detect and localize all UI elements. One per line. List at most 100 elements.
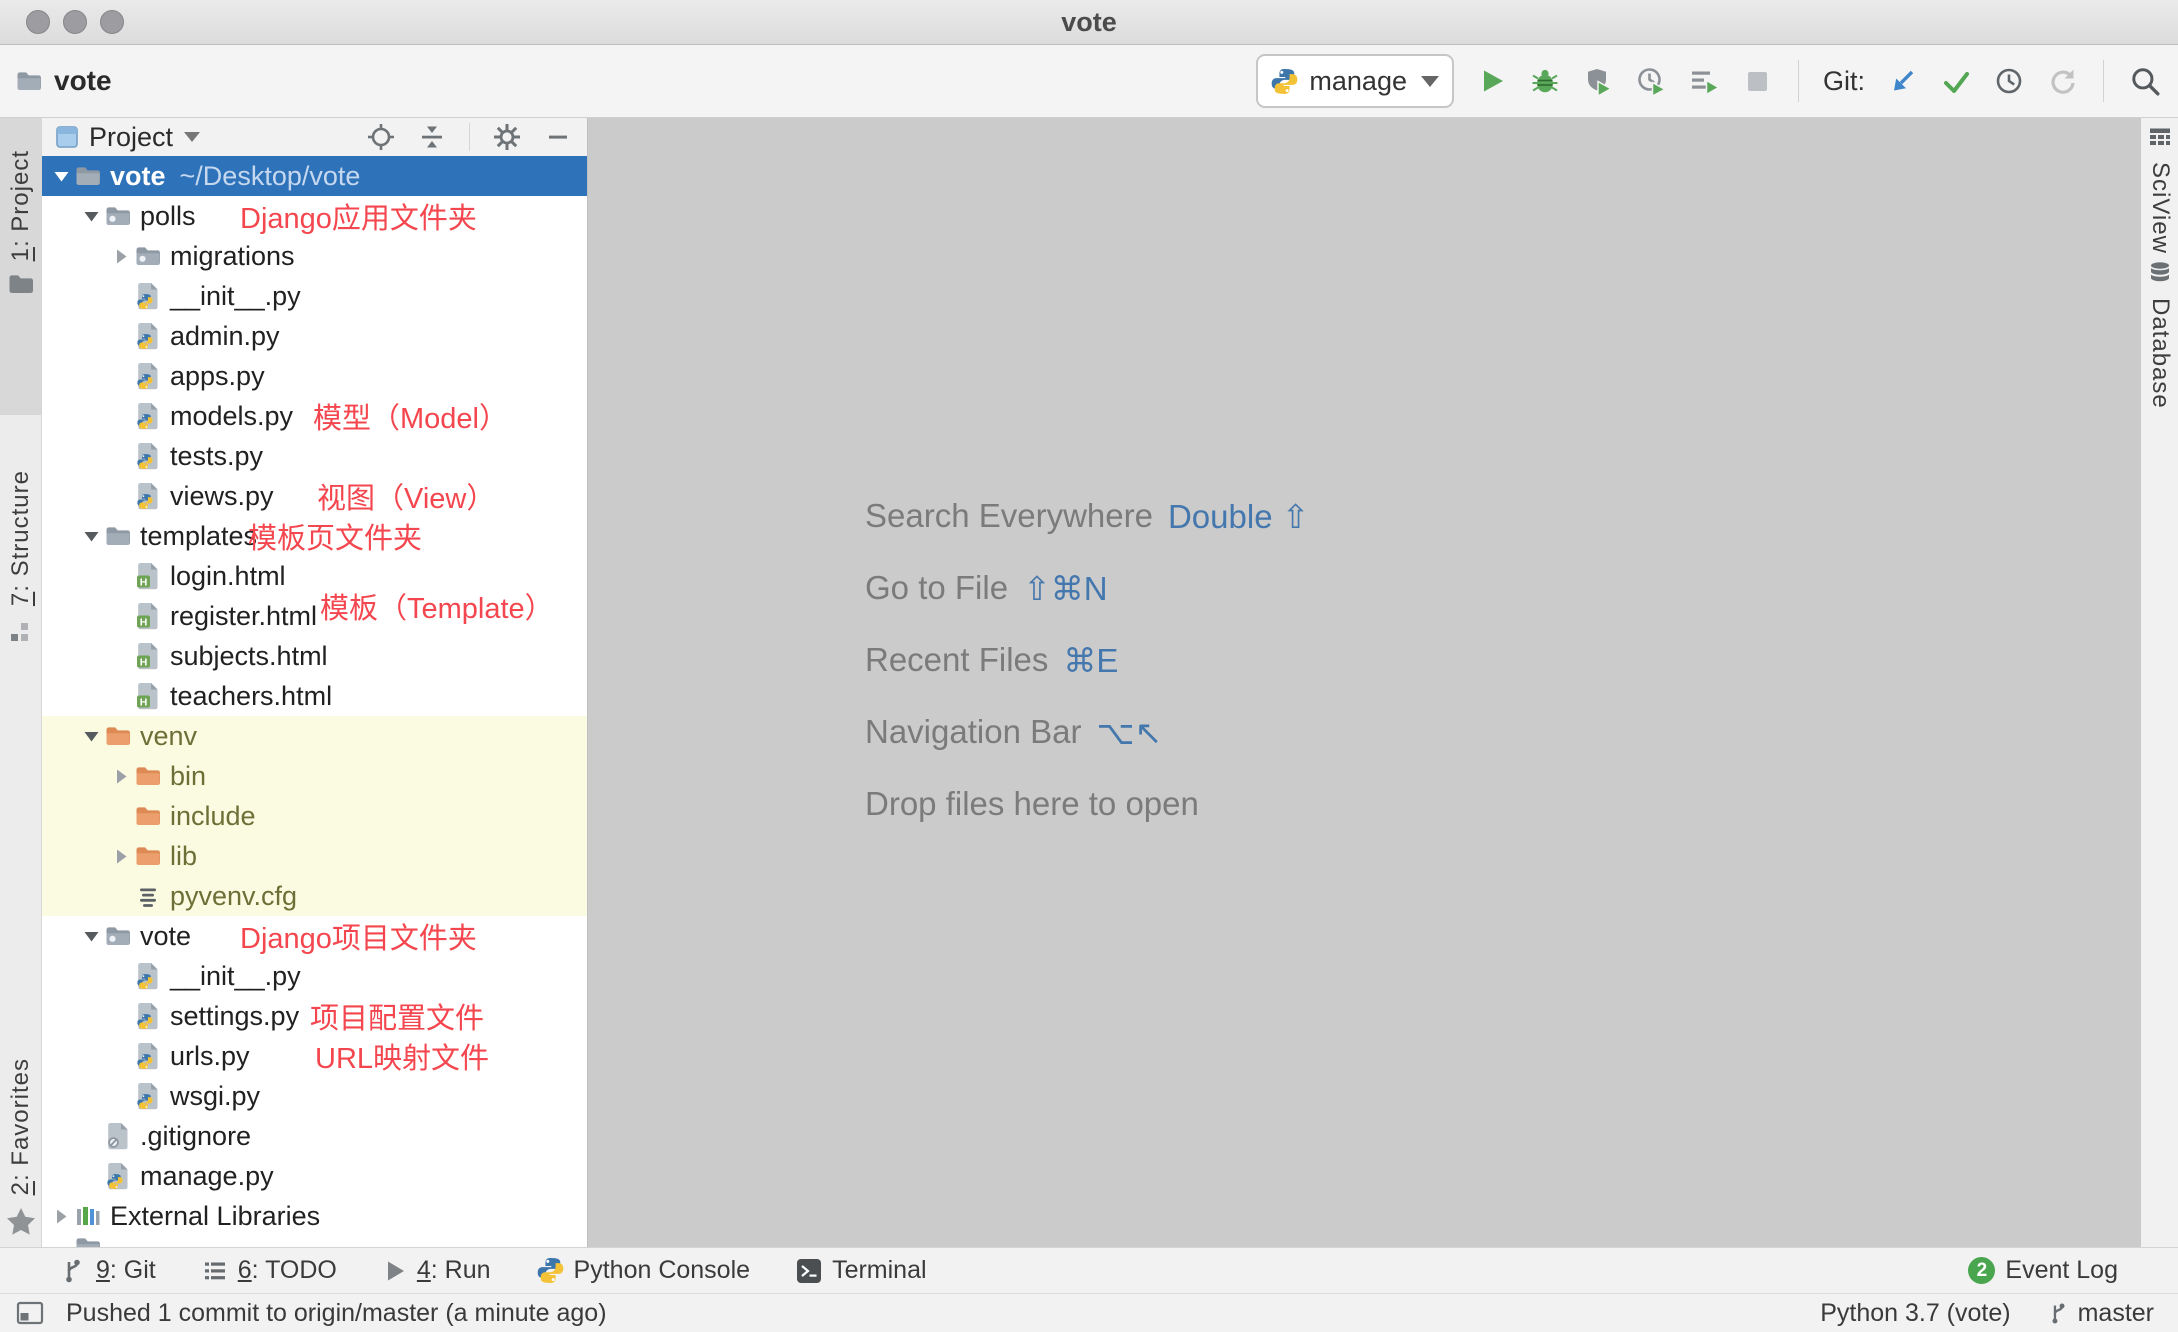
tab-label: Database xyxy=(2146,298,2174,409)
toolwindow-button-python-console[interactable]: Python Console xyxy=(537,1256,751,1285)
tree-item-tests-py[interactable]: tests.py xyxy=(42,436,587,476)
tree-item-urls-py[interactable]: urls.pyURL映射文件 xyxy=(42,1036,587,1076)
breadcrumb[interactable]: vote xyxy=(16,65,112,97)
profiler-button[interactable] xyxy=(1634,64,1668,98)
toolwindow-button-6-todo[interactable]: 6: TODO xyxy=(202,1256,337,1285)
status-message: Pushed 1 commit to origin/master (a minu… xyxy=(66,1299,607,1328)
stop-button[interactable] xyxy=(1740,64,1774,98)
tree-item-init-py[interactable]: __init__.py xyxy=(42,276,587,316)
tree-item-register-html[interactable]: Hregister.html模板（Template） xyxy=(42,596,587,636)
shortcut-hint: Recent Files⌘E xyxy=(865,624,1309,696)
collapsed-arrow-icon[interactable] xyxy=(107,769,135,784)
tree-item-vote[interactable]: vote~/Desktop/vote xyxy=(42,156,587,196)
cfg-icon xyxy=(135,884,161,908)
tool-stripe-tab-database[interactable]: Database xyxy=(2141,260,2178,409)
concurrency-diagram-button[interactable] xyxy=(1687,64,1721,98)
terminal-icon xyxy=(796,1258,822,1284)
expanded-arrow-icon[interactable] xyxy=(47,171,75,182)
tree-item-venv[interactable]: venv xyxy=(42,716,587,756)
tree-item-include[interactable]: include xyxy=(42,796,587,836)
expanded-arrow-icon[interactable] xyxy=(77,211,105,222)
py-icon xyxy=(135,442,161,470)
git-update-button[interactable] xyxy=(1886,64,1920,98)
tree-item-label: pyvenv.cfg xyxy=(170,881,297,912)
hint-label: Search Everywhere xyxy=(865,497,1153,535)
zoom-button[interactable] xyxy=(100,10,124,34)
git-history-button[interactable] xyxy=(1992,64,2026,98)
project-panel-title[interactable]: Project xyxy=(89,122,173,153)
git-revert-button[interactable] xyxy=(2045,64,2079,98)
right-tool-stripe: SciView Database xyxy=(2140,118,2178,1247)
event-log-button[interactable]: 2 Event Log xyxy=(1968,1256,2118,1285)
close-button[interactable] xyxy=(26,10,50,34)
hint-label: Navigation Bar xyxy=(865,713,1081,751)
tool-stripe-tab-7-structure[interactable]: 7: Structure xyxy=(0,470,42,644)
tree-item-label: include xyxy=(170,801,256,832)
tool-stripe-tab-2-favorites[interactable]: 2: Favorites xyxy=(0,1058,42,1236)
toolwindow-button-9-git[interactable]: 9: Git xyxy=(60,1256,156,1285)
collapsed-arrow-icon[interactable] xyxy=(107,249,135,264)
left-tool-stripe: 1: Project 7: Structure 2: Favorites xyxy=(0,118,42,1247)
tool-stripe-tab-sciview[interactable]: SciView xyxy=(2141,124,2178,254)
toolwindow-button-terminal[interactable]: Terminal xyxy=(796,1256,926,1285)
git-commit-button[interactable] xyxy=(1939,64,1973,98)
interpreter-widget[interactable]: Python 3.7 (vote) xyxy=(1820,1299,2010,1328)
expanded-arrow-icon[interactable] xyxy=(77,531,105,542)
tree-item-templates[interactable]: templates模板页文件夹 xyxy=(42,516,587,556)
tree-item-pyvenv-cfg[interactable]: pyvenv.cfg xyxy=(42,876,587,916)
tab-label: 7: Structure xyxy=(7,470,35,606)
folder-pkg-icon xyxy=(105,925,131,947)
svg-text:H: H xyxy=(140,577,148,589)
tool-stripe-tab-1-project[interactable]: 1: Project xyxy=(0,150,42,295)
annotation: Django应用文件夹 xyxy=(240,195,477,237)
tree-item-models-py[interactable]: models.py模型（Model） xyxy=(42,396,587,436)
tree-item-polls[interactable]: polls Django应用文件夹 xyxy=(42,196,587,236)
tree-item-partial[interactable] xyxy=(42,1236,587,1247)
tree-item-settings-py[interactable]: settings.py项目配置文件 xyxy=(42,996,587,1036)
folder-icon xyxy=(105,525,131,547)
tree-item-label: polls xyxy=(140,201,196,232)
tree-item-views-py[interactable]: views.py视图（View） xyxy=(42,476,587,516)
annotation: 模板页文件夹 xyxy=(248,515,422,557)
expanded-arrow-icon[interactable] xyxy=(77,731,105,742)
gear-button[interactable] xyxy=(490,120,524,154)
run-with-coverage-button[interactable] xyxy=(1581,64,1615,98)
tree-item-vote[interactable]: voteDjango项目文件夹 xyxy=(42,916,587,956)
tree-item-bin[interactable]: bin xyxy=(42,756,587,796)
expanded-arrow-icon[interactable] xyxy=(77,931,105,942)
minus-button[interactable] xyxy=(541,120,575,154)
collapsed-arrow-icon[interactable] xyxy=(107,849,135,864)
tree-item-wsgi-py[interactable]: wsgi.py xyxy=(42,1076,587,1116)
toolwindow-button-4-run[interactable]: 4: Run xyxy=(383,1256,491,1285)
run-button[interactable] xyxy=(1475,64,1509,98)
collapsed-arrow-icon[interactable] xyxy=(47,1209,75,1224)
tree-item-subjects-html[interactable]: Hsubjects.html xyxy=(42,636,587,676)
target-button[interactable] xyxy=(364,120,398,154)
minimize-button[interactable] xyxy=(63,10,87,34)
hint-label: Recent Files xyxy=(865,641,1048,679)
run-configuration-select[interactable]: manage xyxy=(1256,54,1454,108)
tree-item-migrations[interactable]: migrations xyxy=(42,236,587,276)
tree-item-label: register.html xyxy=(170,601,317,632)
tree-item-path: ~/Desktop/vote xyxy=(180,161,361,192)
debug-button[interactable] xyxy=(1528,64,1562,98)
tree-item-label: subjects.html xyxy=(170,641,328,672)
toolwindow-button-label: 6: TODO xyxy=(238,1256,337,1285)
tree-item-gitignore[interactable]: .gitignore xyxy=(42,1116,587,1156)
annotation: URL映射文件 xyxy=(315,1035,489,1077)
tree-item-admin-py[interactable]: admin.py xyxy=(42,316,587,356)
collapse-button[interactable] xyxy=(415,120,449,154)
tree-item-apps-py[interactable]: apps.py xyxy=(42,356,587,396)
tree-item-teachers-html[interactable]: Hteachers.html xyxy=(42,676,587,716)
search-everywhere-button[interactable] xyxy=(2128,64,2162,98)
tree-item-manage-py[interactable]: manage.py xyxy=(42,1156,587,1196)
tree-item-init-py[interactable]: __init__.py xyxy=(42,956,587,996)
tree-item-lib[interactable]: lib xyxy=(42,836,587,876)
git-branch-widget[interactable]: master xyxy=(2047,1299,2154,1328)
run-small-icon xyxy=(383,1258,407,1284)
tree-item-external-libraries[interactable]: External Libraries xyxy=(42,1196,587,1236)
toggle-toolwindows-icon[interactable] xyxy=(16,1300,44,1326)
star-icon xyxy=(6,1207,36,1236)
revert-icon xyxy=(2047,66,2077,96)
project-tree: vote~/Desktop/vote polls Django应用文件夹migrat… xyxy=(42,156,587,1247)
